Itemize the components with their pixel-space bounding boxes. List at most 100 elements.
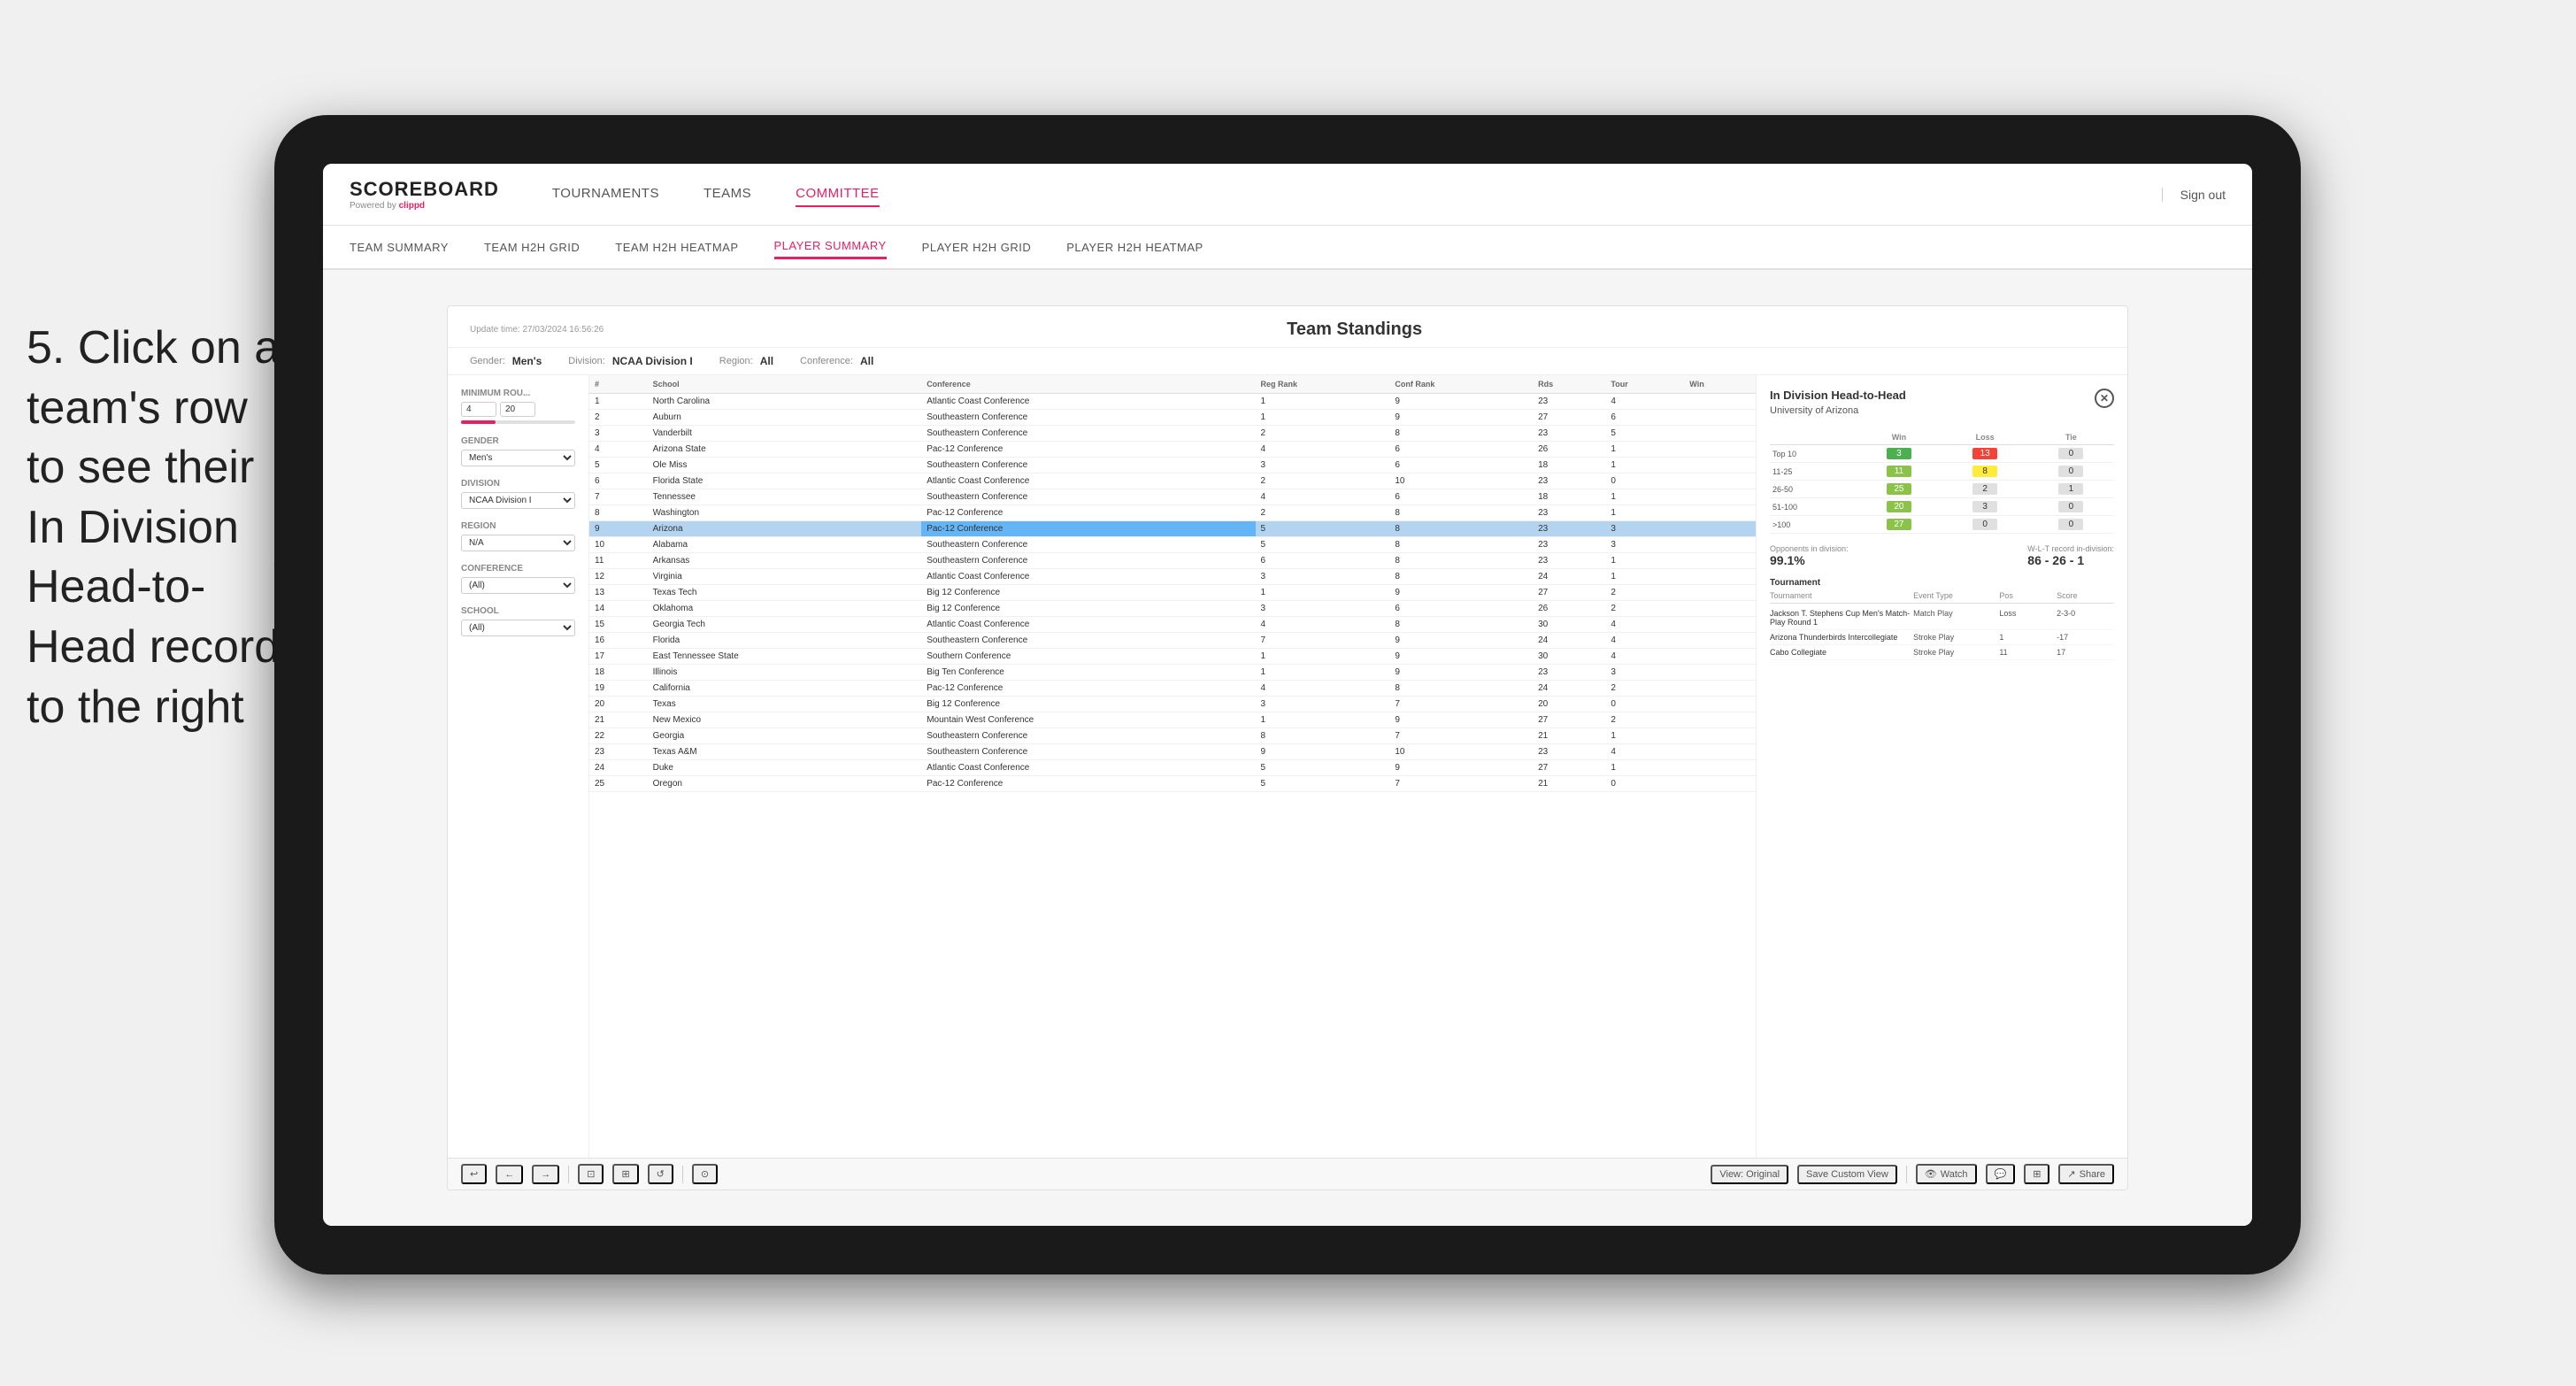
update-time: Update time: 27/03/2024 16:56:26 <box>470 325 604 335</box>
share-btn[interactable]: ↗ Share <box>2058 1164 2114 1184</box>
table-row[interactable]: 7 Tennessee Southeastern Conference 4 6 … <box>589 489 1756 505</box>
subnav-player-h2h-grid[interactable]: PLAYER H2H GRID <box>922 236 1032 258</box>
table-row[interactable]: 4 Arizona State Pac-12 Conference 4 6 26… <box>589 442 1756 458</box>
back-btn[interactable]: ← <box>496 1165 523 1184</box>
annotation-text: 5. Click on a team's row to see their In… <box>27 319 292 737</box>
table-row[interactable]: 24 Duke Atlantic Coast Conference 5 9 27… <box>589 760 1756 776</box>
col-tour: Tour <box>1605 375 1684 394</box>
left-sidebar: Minimum Rou... Gender <box>448 375 589 1158</box>
col-reg-rank: Reg Rank <box>1256 375 1390 394</box>
nav-tournaments[interactable]: TOURNAMENTS <box>552 181 659 207</box>
h2h-team: University of Arizona <box>1770 405 1906 416</box>
save-custom-label: Save Custom View <box>1806 1169 1888 1180</box>
tournament-row: Cabo Collegiate Stroke Play 11 17 <box>1770 645 2114 660</box>
table-row[interactable]: 20 Texas Big 12 Conference 3 7 20 0 <box>589 697 1756 712</box>
table-row[interactable]: 1 North Carolina Atlantic Coast Conferen… <box>589 394 1756 410</box>
subnav-team-h2h-grid[interactable]: TEAM H2H GRID <box>484 236 580 258</box>
tablet-screen: SCOREBOARD Powered by clippd TOURNAMENTS… <box>323 164 2252 1226</box>
region-filter: Region: All <box>719 355 773 367</box>
subnav-player-h2h-heatmap[interactable]: PLAYER H2H HEATMAP <box>1066 236 1203 258</box>
table-row[interactable]: 18 Illinois Big Ten Conference 1 9 23 3 <box>589 665 1756 681</box>
subnav-team-summary[interactable]: TEAM SUMMARY <box>350 236 449 258</box>
min-rounds-max-input[interactable] <box>500 402 535 417</box>
conference-select[interactable]: (All) <box>461 577 575 594</box>
refresh-btn[interactable]: ↺ <box>648 1164 673 1184</box>
h2h-row: >100 27 0 0 <box>1770 516 2114 534</box>
grid-btn[interactable]: ⊡ <box>578 1164 604 1184</box>
main-content: Update time: 27/03/2024 16:56:26 Team St… <box>323 270 2252 1226</box>
panel-title: Team Standings <box>1287 320 1422 339</box>
table-row[interactable]: 11 Arkansas Southeastern Conference 6 8 … <box>589 553 1756 569</box>
undo-btn[interactable]: ↩ <box>461 1164 487 1184</box>
clock-btn[interactable]: ⊙ <box>692 1164 718 1184</box>
table-row[interactable]: 3 Vanderbilt Southeastern Conference 2 8… <box>589 426 1756 442</box>
table-row[interactable]: 21 New Mexico Mountain West Conference 1… <box>589 712 1756 728</box>
region-select[interactable]: N/A <box>461 535 575 551</box>
table-row[interactable]: 23 Texas A&M Southeastern Conference 9 1… <box>589 744 1756 760</box>
school-select[interactable]: (All) <box>461 620 575 636</box>
table-row[interactable]: 25 Oregon Pac-12 Conference 5 7 21 0 <box>589 776 1756 792</box>
logo: SCOREBOARD Powered by clippd <box>350 178 499 211</box>
logo-text: SCOREBOARD <box>350 178 499 201</box>
nav-teams[interactable]: TEAMS <box>704 181 751 207</box>
save-custom-btn[interactable]: Save Custom View <box>1797 1165 1897 1184</box>
division-select[interactable]: NCAA Division I <box>461 492 575 509</box>
h2h-row: Top 10 3 13 0 <box>1770 445 2114 463</box>
view-original-btn[interactable]: View: Original <box>1711 1165 1788 1184</box>
rounds-slider[interactable] <box>461 420 575 424</box>
col-conf-rank: Conf Rank <box>1389 375 1533 394</box>
h2h-row: 11-25 11 8 0 <box>1770 463 2114 481</box>
conference-filter: Conference: All <box>800 355 873 367</box>
table-row[interactable]: 8 Washington Pac-12 Conference 2 8 23 1 <box>589 505 1756 521</box>
watch-icon: 👁 <box>1925 1168 1937 1180</box>
table-row[interactable]: 9 Arizona Pac-12 Conference 5 8 23 3 <box>589 521 1756 537</box>
min-rounds-input[interactable] <box>461 402 496 417</box>
view-original-label: View: Original <box>1719 1169 1780 1180</box>
grid2-btn[interactable]: ⊞ <box>2024 1164 2049 1184</box>
table-row[interactable]: 10 Alabama Southeastern Conference 5 8 2… <box>589 537 1756 553</box>
subnav-player-summary[interactable]: PLAYER SUMMARY <box>774 235 887 259</box>
bottom-toolbar: ↩ ← → ⊡ ⊞ ↺ ⊙ View: Original Save Custom… <box>448 1158 2127 1190</box>
h2h-row: 51-100 20 3 0 <box>1770 498 2114 516</box>
h2h-row: 26-50 25 2 1 <box>1770 481 2114 498</box>
table-row[interactable]: 19 California Pac-12 Conference 4 8 24 2 <box>589 681 1756 697</box>
gender-select[interactable]: Men's <box>461 450 575 466</box>
school-section: School (All) <box>461 606 575 636</box>
subnav-team-h2h-heatmap[interactable]: TEAM H2H HEATMAP <box>615 236 738 258</box>
panel-filters: Gender: Men's Division: NCAA Division I … <box>448 348 2127 375</box>
table-row[interactable]: 15 Georgia Tech Atlantic Coast Conferenc… <box>589 617 1756 633</box>
table-row[interactable]: 17 East Tennessee State Southern Confere… <box>589 649 1756 665</box>
gender-filter: Gender: Men's <box>470 355 542 367</box>
opponents-stat: Opponents in division: 99.1% <box>1770 544 1849 567</box>
forward-btn[interactable]: → <box>532 1165 559 1184</box>
nav-links: TOURNAMENTS TEAMS COMMITTEE <box>552 181 2162 207</box>
conference-section: Conference (All) <box>461 564 575 594</box>
table-row[interactable]: 13 Texas Tech Big 12 Conference 1 9 27 2 <box>589 585 1756 601</box>
table-row[interactable]: 16 Florida Southeastern Conference 7 9 2… <box>589 633 1756 649</box>
division-section: Division NCAA Division I <box>461 479 575 509</box>
h2h-table: Win Loss Tie Top 10 3 13 0 11-25 11 8 0 … <box>1770 430 2114 534</box>
comment-btn[interactable]: 💬 <box>1986 1164 2016 1184</box>
h2h-title: In Division Head-to-Head <box>1770 389 1906 402</box>
table-row[interactable]: 22 Georgia Southeastern Conference 8 7 2… <box>589 728 1756 744</box>
logo-sub: Powered by clippd <box>350 201 499 211</box>
app-panel: Update time: 27/03/2024 16:56:26 Team St… <box>447 305 2128 1190</box>
team-standings-table: # School Conference Reg Rank Conf Rank R… <box>589 375 1756 792</box>
top-nav: SCOREBOARD Powered by clippd TOURNAMENTS… <box>323 164 2252 226</box>
tournament-header: Tournament Event Type Pos Score <box>1770 591 2114 604</box>
wlt-stat: W-L-T record in-division: 86 - 26 - 1 <box>2027 544 2114 567</box>
table-row[interactable]: 6 Florida State Atlantic Coast Conferenc… <box>589 474 1756 489</box>
h2h-close-button[interactable]: ✕ <box>2095 389 2114 408</box>
col-rank: # <box>589 375 648 394</box>
table-row[interactable]: 12 Virginia Atlantic Coast Conference 3 … <box>589 569 1756 585</box>
panel-header: Update time: 27/03/2024 16:56:26 Team St… <box>448 306 2127 348</box>
sign-out-button[interactable]: Sign out <box>2162 188 2226 202</box>
table-row[interactable]: 14 Oklahoma Big 12 Conference 3 6 26 2 <box>589 601 1756 617</box>
stats-row: Opponents in division: 99.1% W-L-T recor… <box>1770 544 2114 567</box>
nav-committee[interactable]: COMMITTEE <box>796 181 880 207</box>
table-row[interactable]: 5 Ole Miss Southeastern Conference 3 6 1… <box>589 458 1756 474</box>
panel-body: Minimum Rou... Gender <box>448 375 2127 1158</box>
add-btn[interactable]: ⊞ <box>612 1164 638 1184</box>
table-row[interactable]: 2 Auburn Southeastern Conference 1 9 27 … <box>589 410 1756 426</box>
watch-btn[interactable]: 👁 Watch <box>1916 1164 1977 1184</box>
